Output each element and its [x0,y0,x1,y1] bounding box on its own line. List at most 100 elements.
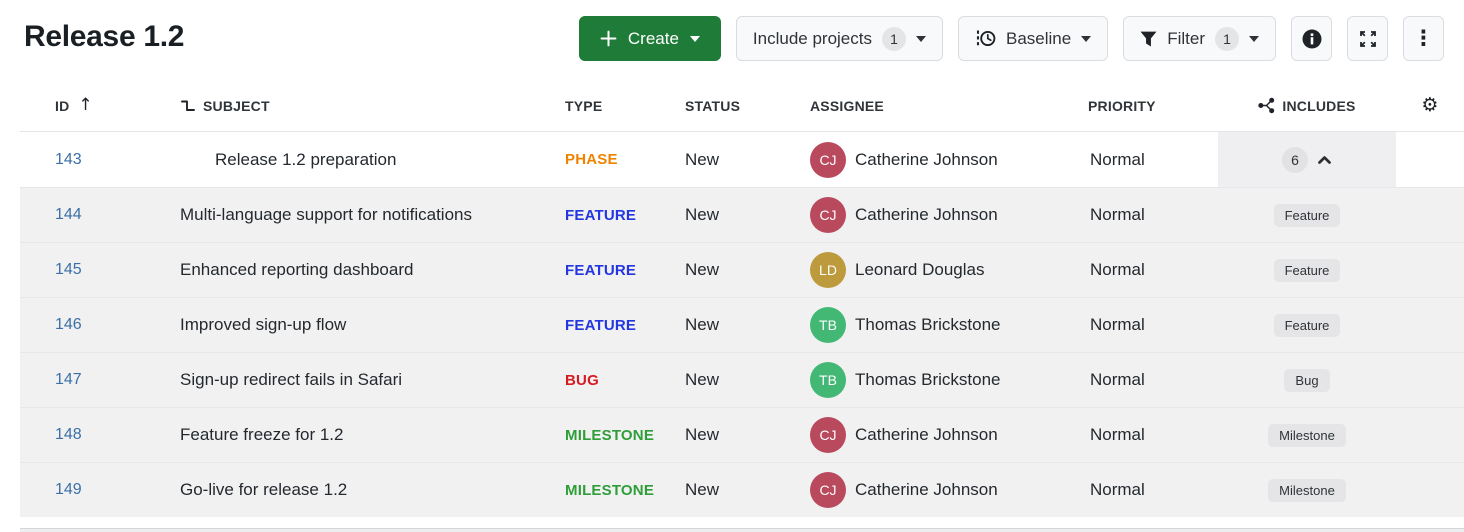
plus-icon [600,30,617,47]
table-row[interactable]: 147 Sign-up redirect fails in Safari BUG… [20,352,1464,407]
column-header-id[interactable]: ID ↑ [20,97,170,114]
status-label[interactable]: New [685,425,719,445]
info-icon [1301,28,1323,50]
column-header-type[interactable]: TYPE [565,98,685,114]
priority-label[interactable]: Normal [1090,205,1145,225]
more-menu-button[interactable]: ⋮ [1403,16,1444,61]
work-packages-table: ID ↑ SUBJECT TYPE STATUS ASSIGNEE PRIORI… [20,80,1464,517]
type-label[interactable]: MILESTONE [565,482,654,499]
work-package-id-link[interactable]: 147 [55,371,82,389]
chevron-down-icon [1081,36,1091,42]
assignee-name[interactable]: Leonard Douglas [855,260,984,280]
horizontal-scrollbar-track[interactable] [20,528,1464,532]
work-package-id-link[interactable]: 143 [55,151,82,169]
table-settings-button[interactable]: ⚙ [1396,96,1464,115]
type-label[interactable]: BUG [565,372,599,389]
includes-type-chip[interactable]: Feature [1274,204,1341,227]
priority-label[interactable]: Normal [1090,315,1145,335]
column-header-priority[interactable]: PRIORITY [1088,98,1218,114]
priority-label[interactable]: Normal [1090,480,1145,500]
includes-cell[interactable]: Milestone [1218,463,1396,517]
table-header-row: ID ↑ SUBJECT TYPE STATUS ASSIGNEE PRIORI… [20,80,1464,132]
type-label[interactable]: PHASE [565,151,618,168]
table-row[interactable]: 149 Go-live for release 1.2 MILESTONE Ne… [20,462,1464,517]
status-label[interactable]: New [685,260,719,280]
chevron-down-icon [690,36,700,42]
gear-icon: ⚙ [1421,96,1438,115]
info-button[interactable] [1291,16,1332,61]
includes-cell[interactable]: Bug [1218,353,1396,407]
avatar: CJ [810,142,846,178]
create-button-label: Create [628,29,679,49]
filter-funnel-icon [1140,31,1157,47]
includes-cell[interactable]: Feature [1218,243,1396,297]
includes-type-chip[interactable]: Feature [1274,314,1341,337]
filter-count-badge: 1 [1215,27,1239,51]
status-label[interactable]: New [685,370,719,390]
subject-text[interactable]: Release 1.2 preparation [215,150,396,170]
assignee-name[interactable]: Thomas Brickstone [855,315,1001,335]
status-label[interactable]: New [685,315,719,335]
page-title: Release 1.2 [24,20,184,54]
subject-text[interactable]: Go-live for release 1.2 [180,480,347,500]
includes-type-chip[interactable]: Milestone [1268,424,1346,447]
priority-label[interactable]: Normal [1090,260,1145,280]
includes-type-chip[interactable]: Feature [1274,259,1341,282]
status-label[interactable]: New [685,205,719,225]
subject-text[interactable]: Sign-up redirect fails in Safari [180,370,402,390]
includes-type-chip[interactable]: Milestone [1268,479,1346,502]
filter-button[interactable]: Filter 1 [1123,16,1276,61]
work-package-id-link[interactable]: 144 [55,206,82,224]
status-label[interactable]: New [685,480,719,500]
subject-text[interactable]: Enhanced reporting dashboard [180,260,413,280]
create-button[interactable]: Create [579,16,721,61]
avatar: CJ [810,472,846,508]
column-header-subject[interactable]: SUBJECT [170,98,565,114]
baseline-button[interactable]: Baseline [958,16,1108,61]
avatar: CJ [810,197,846,233]
subject-text[interactable]: Improved sign-up flow [180,315,346,335]
hierarchy-icon [180,98,196,114]
includes-count-badge[interactable]: 6 [1282,147,1308,173]
work-package-id-link[interactable]: 145 [55,261,82,279]
priority-label[interactable]: Normal [1090,370,1145,390]
type-label[interactable]: FEATURE [565,262,636,279]
table-row[interactable]: 146 Improved sign-up flow FEATURE New TB… [20,297,1464,352]
column-header-assignee[interactable]: ASSIGNEE [810,98,1088,114]
toolbar: Create Include projects 1 Baseline [579,16,1444,61]
table-row[interactable]: 145 Enhanced reporting dashboard FEATURE… [20,242,1464,297]
includes-cell[interactable]: Milestone [1218,408,1396,462]
collapse-chevron-up-icon[interactable] [1317,155,1332,165]
includes-cell[interactable]: 6 [1218,132,1396,187]
table-body: 143 Release 1.2 preparation PHASE New CJ… [20,132,1464,517]
table-row[interactable]: 148 Feature freeze for 1.2 MILESTONE New… [20,407,1464,462]
include-projects-button[interactable]: Include projects 1 [736,16,943,61]
assignee-name[interactable]: Catherine Johnson [855,205,998,225]
chevron-down-icon [916,36,926,42]
includes-cell[interactable]: Feature [1218,188,1396,242]
type-label[interactable]: FEATURE [565,317,636,334]
assignee-name[interactable]: Thomas Brickstone [855,370,1001,390]
fullscreen-button[interactable] [1347,16,1388,61]
subject-text[interactable]: Multi-language support for notifications [180,205,472,225]
avatar: CJ [810,417,846,453]
subject-text[interactable]: Feature freeze for 1.2 [180,425,343,445]
column-header-status[interactable]: STATUS [685,98,810,114]
work-package-id-link[interactable]: 148 [55,426,82,444]
priority-label[interactable]: Normal [1090,425,1145,445]
table-row[interactable]: 143 Release 1.2 preparation PHASE New CJ… [20,132,1464,187]
work-package-id-link[interactable]: 146 [55,316,82,334]
assignee-name[interactable]: Catherine Johnson [855,480,998,500]
avatar: TB [810,362,846,398]
includes-cell[interactable]: Feature [1218,298,1396,352]
table-row[interactable]: 144 Multi-language support for notificat… [20,187,1464,242]
assignee-name[interactable]: Catherine Johnson [855,150,998,170]
work-package-id-link[interactable]: 149 [55,481,82,499]
type-label[interactable]: MILESTONE [565,427,654,444]
status-label[interactable]: New [685,150,719,170]
column-header-includes[interactable]: INCLUDES [1218,97,1396,114]
type-label[interactable]: FEATURE [565,207,636,224]
priority-label[interactable]: Normal [1090,150,1145,170]
includes-type-chip[interactable]: Bug [1284,369,1329,392]
assignee-name[interactable]: Catherine Johnson [855,425,998,445]
